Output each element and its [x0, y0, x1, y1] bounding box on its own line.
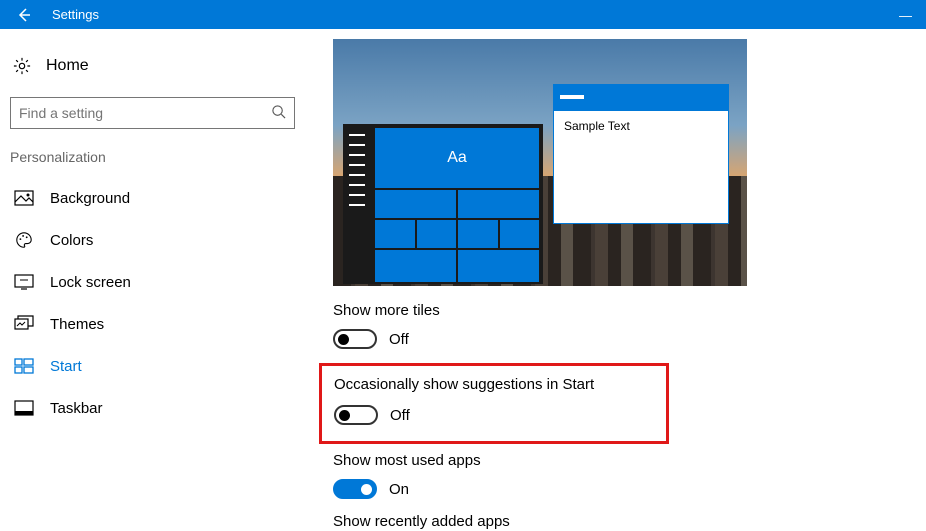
taskbar-icon [14, 399, 34, 417]
sidebar-item-label: Lock screen [50, 274, 131, 291]
setting-suggestions: Occasionally show suggestions in Start O… [334, 376, 654, 425]
start-icon [14, 357, 34, 375]
setting-recently-added: Show recently added apps [333, 513, 898, 530]
setting-most-used: Show most used apps On [333, 452, 898, 499]
search-box[interactable] [10, 97, 295, 129]
sidebar-item-colors[interactable]: Colors [6, 219, 299, 261]
setting-label: Show recently added apps [333, 513, 898, 530]
preview-sample-window: Sample Text [553, 84, 729, 224]
themes-icon [14, 315, 34, 333]
sidebar-item-label: Start [50, 358, 82, 375]
setting-label: Occasionally show suggestions in Start [334, 376, 654, 393]
back-button[interactable] [6, 0, 42, 29]
home-label: Home [46, 57, 89, 75]
titlebar: Settings — [0, 0, 926, 29]
toggle-suggestions[interactable] [334, 405, 378, 425]
toggle-state: Off [390, 407, 410, 424]
minimize-button[interactable]: — [899, 8, 914, 23]
sidebar: Home Personalization Background Colors L… [0, 29, 305, 531]
palette-icon [14, 231, 34, 249]
toggle-state: Off [389, 331, 409, 348]
annotation-highlight: Occasionally show suggestions in Start O… [319, 363, 669, 444]
home-button[interactable]: Home [6, 47, 299, 85]
picture-icon [14, 189, 34, 207]
toggle-state: On [389, 481, 409, 498]
preview-image: Aa Sample Text [333, 39, 747, 286]
sidebar-item-taskbar[interactable]: Taskbar [6, 387, 299, 429]
monitor-icon [14, 273, 34, 291]
sidebar-item-lockscreen[interactable]: Lock screen [6, 261, 299, 303]
arrow-left-icon [16, 7, 32, 23]
setting-show-more-tiles: Show more tiles Off [333, 302, 898, 349]
sidebar-item-label: Background [50, 190, 130, 207]
sidebar-item-label: Themes [50, 316, 104, 333]
setting-label: Show more tiles [333, 302, 898, 319]
search-icon [271, 104, 286, 122]
sidebar-item-themes[interactable]: Themes [6, 303, 299, 345]
preview-sample-text: Sample Text [554, 111, 728, 141]
sidebar-item-label: Colors [50, 232, 93, 249]
sidebar-item-label: Taskbar [50, 400, 103, 417]
toggle-most-used[interactable] [333, 479, 377, 499]
toggle-show-more-tiles[interactable] [333, 329, 377, 349]
search-input[interactable] [19, 105, 271, 121]
sidebar-item-start[interactable]: Start [6, 345, 299, 387]
sidebar-item-background[interactable]: Background [6, 177, 299, 219]
main-panel: Aa Sample Text Show more tiles Off Occas… [305, 29, 926, 531]
window-title: Settings [52, 7, 99, 22]
gear-icon [12, 57, 32, 75]
preview-start-menu: Aa [343, 124, 543, 284]
preview-tile-text: Aa [375, 128, 539, 188]
setting-label: Show most used apps [333, 452, 898, 469]
category-header: Personalization [6, 145, 299, 177]
